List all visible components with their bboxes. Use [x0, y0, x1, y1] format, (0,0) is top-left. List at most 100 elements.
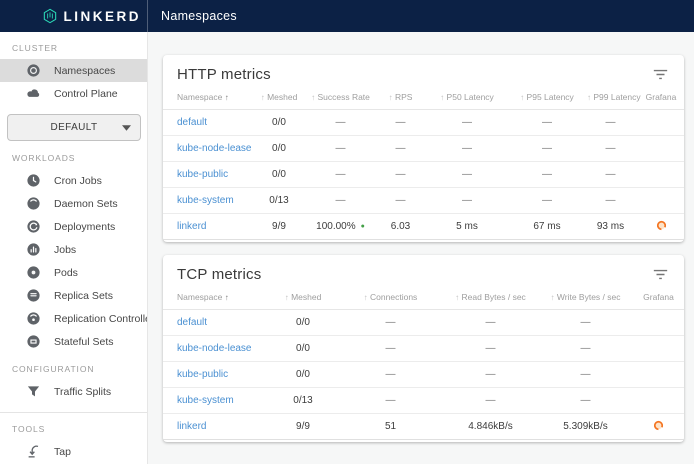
sidebar-item-control-plane[interactable]: Control Plane: [0, 82, 147, 105]
namespace-link[interactable]: default: [177, 317, 207, 328]
main-content: HTTP metrics Namespace ↑↑ Meshed↑ Succes…: [148, 32, 694, 464]
column-header-p95[interactable]: ↑ P95 Latency: [511, 86, 583, 110]
cell-value: —: [336, 169, 346, 180]
namespace-link[interactable]: kube-public: [177, 369, 228, 380]
namespace-link[interactable]: linkerd: [177, 221, 206, 232]
brand-name: LINKERD: [64, 9, 142, 24]
cell-p99: —: [583, 188, 638, 214]
sidebar-item-daemon-sets[interactable]: Daemon Sets: [0, 192, 147, 215]
cell-p50: —: [423, 162, 511, 188]
column-label: Connections: [370, 292, 417, 302]
namespace-link[interactable]: kube-node-lease: [177, 143, 252, 154]
page-title: Namespaces: [161, 9, 237, 23]
cell-write_bytes: —: [538, 362, 633, 388]
column-header-success_rate[interactable]: ↑ Success Rate: [303, 86, 378, 110]
grafana-icon[interactable]: [651, 418, 667, 434]
namespace-link[interactable]: kube-public: [177, 169, 228, 180]
table-row: kube-public0/0———: [163, 362, 684, 388]
namespace-link[interactable]: kube-node-lease: [177, 343, 252, 354]
cell-meshed: 0/0: [268, 336, 338, 362]
sort-arrow-icon: ↑: [440, 93, 444, 102]
cell-connections: —: [338, 388, 443, 414]
namespace-link[interactable]: kube-system: [177, 395, 234, 406]
sidebar-item-label: Namespaces: [54, 65, 115, 77]
column-header-meshed[interactable]: ↑ Meshed: [268, 286, 338, 310]
namespaces-icon: [25, 63, 41, 79]
section-items-configuration: Traffic Splits: [0, 380, 147, 403]
sidebar-item-namespaces[interactable]: Namespaces: [0, 59, 147, 82]
sort-arrow-icon: ↑: [551, 293, 555, 302]
cell-read_bytes: 4.846kB/s: [443, 414, 538, 440]
column-header-p99[interactable]: ↑ P99 Latency: [583, 86, 638, 110]
cell-value: —: [542, 195, 552, 206]
cell-value: —: [581, 369, 591, 380]
namespace-link[interactable]: kube-system: [177, 195, 234, 206]
column-header-read_bytes[interactable]: ↑ Read Bytes / sec: [443, 286, 538, 310]
cell-p95: 67 ms: [511, 214, 583, 240]
replication-controllers-icon: [25, 311, 41, 327]
cell-value: 93 ms: [597, 221, 624, 232]
sidebar-item-traffic-splits[interactable]: Traffic Splits: [0, 380, 147, 403]
cell-value: 0/13: [293, 395, 312, 406]
cell-meshed: 9/9: [255, 214, 303, 240]
sidebar-item-stateful-sets[interactable]: Stateful Sets: [0, 330, 147, 353]
sort-arrow-icon: ↑: [261, 93, 265, 102]
cell-p95: —: [511, 110, 583, 136]
http-filter-button[interactable]: [650, 64, 670, 84]
cell-meshed: 0/0: [255, 136, 303, 162]
cell-value: —: [396, 117, 406, 128]
cloud-icon: [25, 86, 41, 102]
sidebar-item-deployments[interactable]: Deployments: [0, 215, 147, 238]
cell-p99: —: [583, 110, 638, 136]
cell-value: —: [606, 195, 616, 206]
column-header-rps[interactable]: ↑ RPS: [378, 86, 423, 110]
sort-arrow-icon: ↑: [225, 93, 229, 102]
section-items-tools: TapTop: [0, 440, 147, 464]
cell-value: —: [606, 143, 616, 154]
section-items-cluster: Namespaces Control Plane: [0, 59, 147, 105]
column-header-namespace[interactable]: Namespace ↑: [163, 286, 268, 310]
namespace-cell: kube-public: [163, 162, 255, 188]
filter-icon: [652, 66, 668, 82]
sidebar-item-label: Control Plane: [54, 88, 118, 100]
http-metrics-table: Namespace ↑↑ Meshed↑ Success Rate↑ RPS↑ …: [163, 86, 684, 240]
column-header-p50[interactable]: ↑ P50 Latency: [423, 86, 511, 110]
grafana-icon[interactable]: [653, 218, 669, 234]
cell-rps: —: [378, 110, 423, 136]
tcp-card-title: TCP metrics: [177, 266, 261, 283]
namespace-link[interactable]: default: [177, 117, 207, 128]
tcp-card-header: TCP metrics: [163, 255, 684, 286]
column-header-connections[interactable]: ↑ Connections: [338, 286, 443, 310]
column-label: Grafana: [643, 292, 674, 302]
tcp-filter-button[interactable]: [650, 264, 670, 284]
sidebar-item-cron-jobs[interactable]: Cron Jobs: [0, 169, 147, 192]
namespace-selector[interactable]: DEFAULT: [7, 114, 141, 141]
cell-value: 5 ms: [456, 221, 478, 232]
grafana-cell: [638, 136, 684, 162]
sidebar-item-replication-controllers[interactable]: Replication Controllers: [0, 307, 147, 330]
cell-value: —: [581, 395, 591, 406]
table-row: linkerd9/9100.00%●6.035 ms67 ms93 ms: [163, 214, 684, 240]
section-heading-tools: TOOLS: [0, 413, 147, 440]
namespace-link[interactable]: linkerd: [177, 421, 206, 432]
cell-value: —: [386, 317, 396, 328]
sidebar-item-replica-sets[interactable]: Replica Sets: [0, 284, 147, 307]
column-header-write_bytes[interactable]: ↑ Write Bytes / sec: [538, 286, 633, 310]
linkerd-logo[interactable]: LINKERD: [0, 0, 148, 32]
cell-p95: —: [511, 162, 583, 188]
cell-read_bytes: —: [443, 310, 538, 336]
cell-value: —: [486, 369, 496, 380]
sidebar-item-pods[interactable]: Pods: [0, 261, 147, 284]
table-row: kube-public0/0—————: [163, 162, 684, 188]
sort-arrow-icon: ↑: [311, 93, 315, 102]
table-row: kube-system0/13—————: [163, 188, 684, 214]
column-label: P99 Latency: [593, 92, 640, 102]
cell-value: —: [462, 117, 472, 128]
column-header-namespace[interactable]: Namespace ↑: [163, 86, 255, 110]
sidebar-item-tap[interactable]: Tap: [0, 440, 147, 463]
table-row: default0/0—————: [163, 110, 684, 136]
sidebar-item-label: Replica Sets: [54, 290, 113, 302]
column-header-meshed[interactable]: ↑ Meshed: [255, 86, 303, 110]
cell-read_bytes: —: [443, 388, 538, 414]
sidebar-item-jobs[interactable]: Jobs: [0, 238, 147, 261]
